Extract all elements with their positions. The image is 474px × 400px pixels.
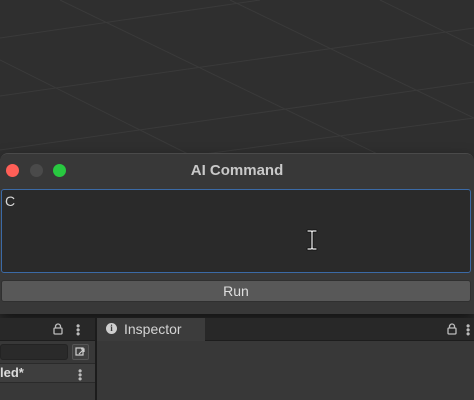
inspector-tab-label: Inspector (124, 321, 182, 337)
search-icon[interactable] (72, 344, 89, 360)
hierarchy-search-field[interactable] (0, 344, 68, 360)
scene-grid (0, 0, 474, 160)
inspector-tab-bar: i Inspector • • • (97, 318, 474, 341)
text-cursor-icon (306, 229, 318, 251)
window-title: AI Command (190, 162, 284, 179)
search-icon (75, 347, 85, 356)
run-button[interactable]: Run (1, 280, 471, 302)
command-input[interactable]: C (1, 189, 471, 273)
more-vert-icon[interactable]: • • • (76, 320, 80, 340)
lock-icon[interactable] (53, 323, 63, 335)
tab-inspector[interactable]: i Inspector (97, 318, 205, 341)
hierarchy-tab-bar: • • • (0, 318, 95, 341)
lock-icon[interactable] (447, 323, 457, 335)
window-titlebar[interactable]: AI Command (0, 154, 474, 186)
hierarchy-panel: led* • • • (0, 341, 95, 400)
more-vert-icon[interactable]: • • • (466, 320, 470, 340)
scene-view (0, 0, 474, 160)
inspector-panel (97, 341, 474, 400)
info-icon: i (106, 323, 117, 334)
ai-command-window: AI Command C Run (0, 153, 474, 314)
hierarchy-scene-row[interactable]: led* • • • (0, 363, 95, 385)
scene-row-label: led* (0, 365, 24, 380)
more-vert-icon[interactable]: • • • (78, 365, 82, 385)
